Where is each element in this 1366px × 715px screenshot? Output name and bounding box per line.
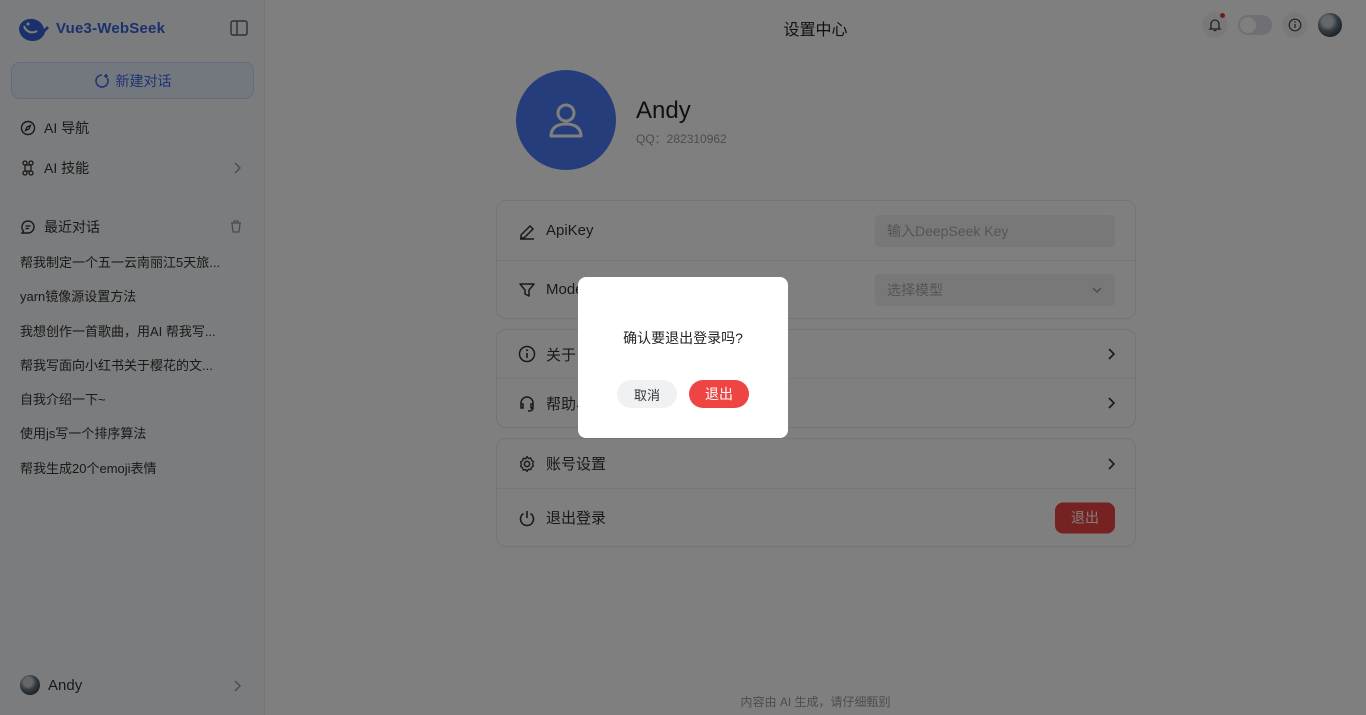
dialog-message: 确认要退出登录吗?	[623, 330, 743, 346]
cancel-button[interactable]: 取消	[617, 380, 677, 408]
confirm-logout-button[interactable]: 退出	[689, 380, 749, 408]
confirm-logout-dialog: 确认要退出登录吗? 取消 退出	[578, 277, 788, 438]
